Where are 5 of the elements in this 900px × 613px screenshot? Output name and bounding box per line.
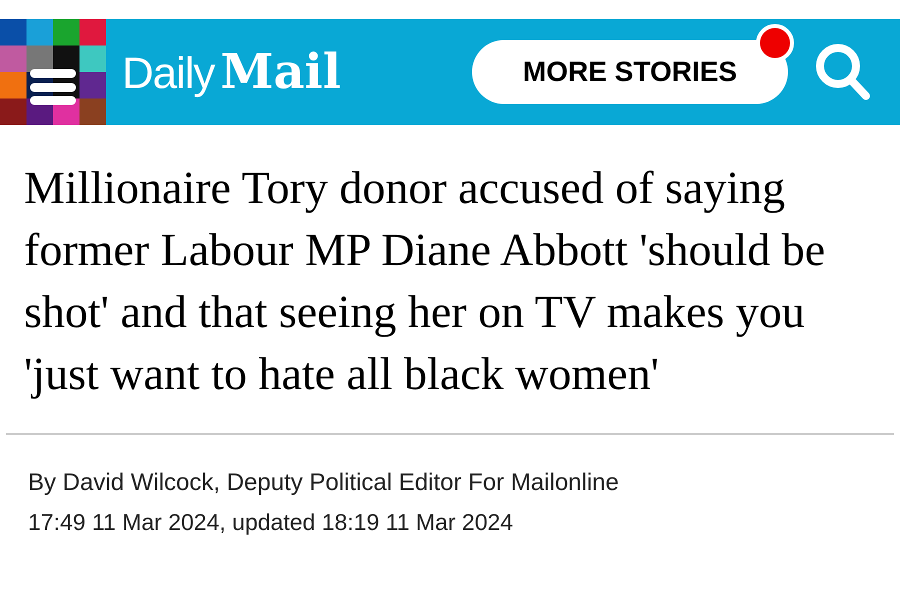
timestamp: 17:49 11 Mar 2024, updated 18:19 11 Mar 2024 — [27, 508, 514, 537]
more-stories-button[interactable]: MORE STORIES — [472, 40, 788, 104]
search-icon[interactable] — [814, 42, 872, 102]
headline: Millionaire Tory donor accused of saying former Labour MP Diane Abbott 'should be shot' and that seeing her on TV makes you 'just want to hate all black women' — [23, 161, 826, 401]
byline: By David Wilcock, Deputy Political Editor For Mailonline — [27, 468, 620, 498]
